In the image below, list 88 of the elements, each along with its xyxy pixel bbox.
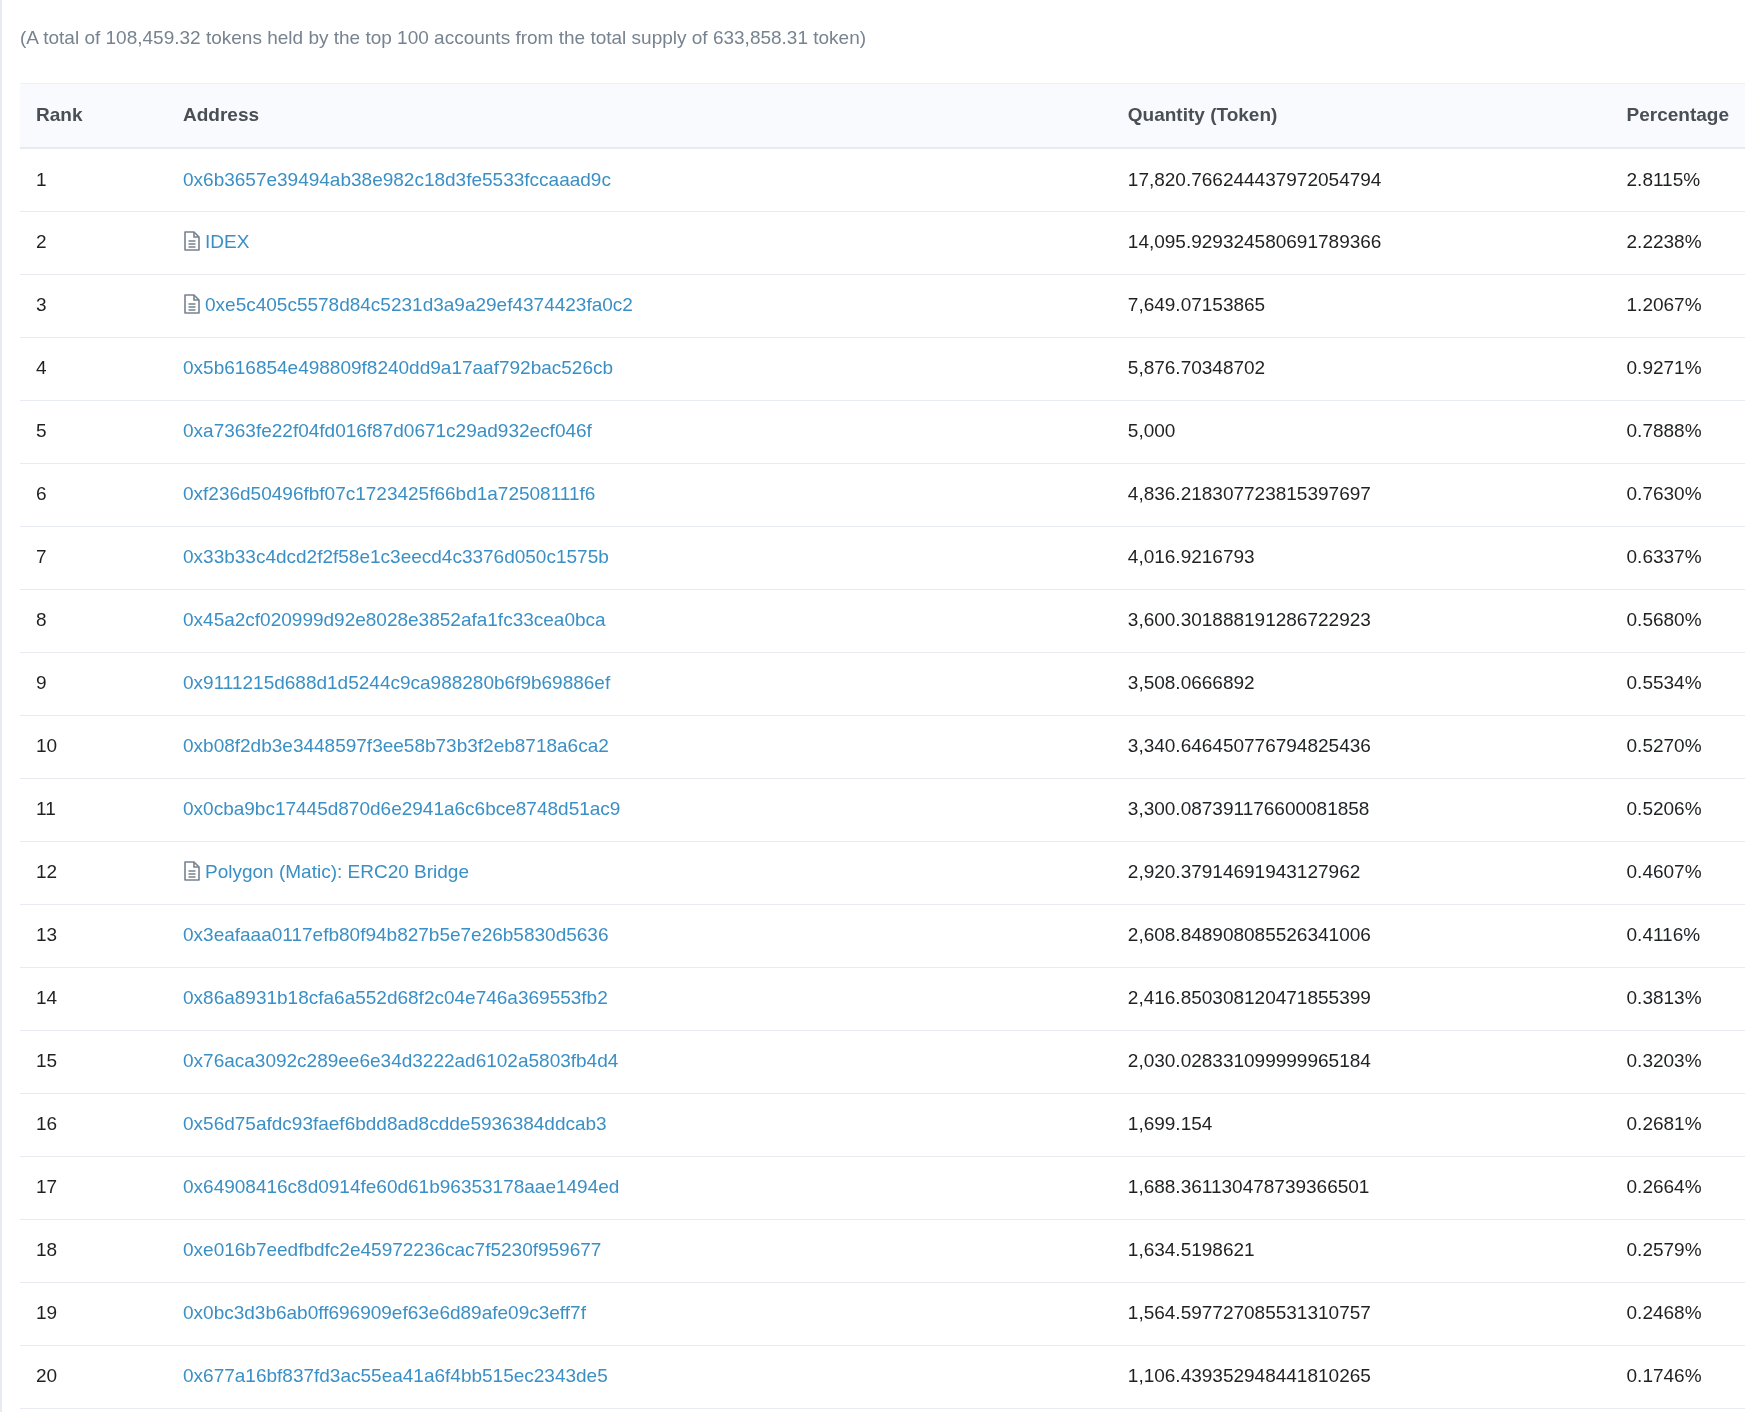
quantity-cell: 17,820.766244437972054794	[1111, 148, 1611, 211]
quantity-cell: 3,508.0666892	[1111, 652, 1611, 715]
percentage-cell: 0.3203%	[1610, 1030, 1745, 1093]
address-link[interactable]: 0x5b616854e498809f8240dd9a17aaf792bac526cb	[183, 357, 614, 379]
quantity-cell: 3,600.301888191286722923	[1111, 589, 1611, 652]
rank-cell: 12	[20, 841, 167, 904]
quantity-cell: 7,649.07153865	[1111, 274, 1611, 337]
quantity-cell: 14,095.929324580691789366	[1111, 211, 1611, 274]
column-header: Quantity (Token)	[1111, 83, 1611, 148]
quantity-cell: 3,340.646450776794825436	[1111, 715, 1611, 778]
address-link[interactable]: 0x0bc3d3b6ab0ff696909ef63e6d89afe09c3eff7f	[183, 1302, 586, 1324]
address-link[interactable]: 0xe016b7eedfbdfc2e45972236cac7f5230f959677	[183, 1239, 602, 1261]
percentage-cell: 0.6337%	[1610, 526, 1745, 589]
contract-link[interactable]: IDEX	[205, 231, 250, 253]
rank-cell: 6	[20, 463, 167, 526]
percentage-cell: 0.9271%	[1610, 337, 1745, 400]
rank-cell: 13	[20, 904, 167, 967]
percentage-cell: 0.5270%	[1610, 715, 1745, 778]
percentage-cell: 0.7630%	[1610, 463, 1745, 526]
rank-cell: 10	[20, 715, 167, 778]
percentage-cell: 0.2579%	[1610, 1219, 1745, 1282]
quantity-cell: 5,876.70348702	[1111, 337, 1611, 400]
rank-cell: 5	[20, 400, 167, 463]
rank-cell: 2	[20, 211, 167, 274]
address-link[interactable]: 0x9111215d688d1d5244c9ca988280b6f9b69886ef	[183, 672, 611, 694]
percentage-cell: 0.2468%	[1610, 1282, 1745, 1345]
rank-cell: 15	[20, 1030, 167, 1093]
percentage-cell: 0.2664%	[1610, 1156, 1745, 1219]
rank-cell: 16	[20, 1093, 167, 1156]
percentage-cell: 0.2681%	[1610, 1093, 1745, 1156]
document-icon	[183, 861, 201, 882]
column-header: Percentage	[1610, 83, 1745, 148]
document-icon	[183, 294, 201, 315]
percentage-cell: 1.2067%	[1610, 274, 1745, 337]
quantity-cell: 2,416.850308120471855399	[1111, 967, 1611, 1030]
address-link[interactable]: 0x677a16bf837fd3ac55ea41a6f4bb515ec2343de5	[183, 1365, 608, 1387]
quantity-cell: 4,016.9216793	[1111, 526, 1611, 589]
quantity-cell: 2,920.37914691943127962	[1111, 841, 1611, 904]
percentage-cell: 0.7888%	[1610, 400, 1745, 463]
quantity-cell: 2,608.848908085526341006	[1111, 904, 1611, 967]
rank-cell: 14	[20, 967, 167, 1030]
rank-cell: 7	[20, 526, 167, 589]
address-link[interactable]: 0x3eafaaa0117efb80f94b827b5e7e26b5830d5636	[183, 924, 609, 946]
percentage-cell: 0.5206%	[1610, 778, 1745, 841]
percentage-cell: 2.8115%	[1610, 148, 1745, 211]
address-link[interactable]: 0xb08f2db3e3448597f3ee58b73b3f2eb8718a6ca2	[183, 735, 609, 757]
quantity-cell: 3,300.087391176600081858	[1111, 778, 1611, 841]
address-link[interactable]: 0x64908416c8d0914fe60d61b96353178aae1494ed	[183, 1176, 620, 1198]
quantity-cell: 1,634.5198621	[1111, 1219, 1611, 1282]
address-link[interactable]: 0x45a2cf020999d92e8028e3852afa1fc33cea0bca	[183, 609, 606, 631]
quantity-cell: 5,000	[1111, 400, 1611, 463]
rank-cell: 17	[20, 1156, 167, 1219]
percentage-cell: 2.2238%	[1610, 211, 1745, 274]
percentage-cell: 0.1746%	[1610, 1345, 1745, 1408]
address-link[interactable]: 0x56d75afdc93faef6bdd8ad8cdde5936384ddcab3	[183, 1113, 607, 1135]
quantity-cell: 2,030.028331099999965184	[1111, 1030, 1611, 1093]
quantity-cell: 4,836.218307723815397697	[1111, 463, 1611, 526]
quantity-cell: 1,699.154	[1111, 1093, 1611, 1156]
rank-cell: 3	[20, 274, 167, 337]
quantity-cell: 1,688.361130478739366501	[1111, 1156, 1611, 1219]
percentage-cell: 0.4607%	[1610, 841, 1745, 904]
address-link[interactable]: 0xa7363fe22f04fd016f87d0671c29ad932ecf046f	[183, 420, 592, 442]
document-icon	[183, 231, 201, 252]
percentage-cell: 0.5534%	[1610, 652, 1745, 715]
rank-cell: 9	[20, 652, 167, 715]
address-link[interactable]: 0x33b33c4dcd2f2f58e1c3eecd4c3376d050c1575b	[183, 546, 609, 568]
quantity-cell: 1,564.597727085531310757	[1111, 1282, 1611, 1345]
contract-link[interactable]: Polygon (Matic): ERC20 Bridge	[205, 861, 469, 883]
address-link[interactable]: 0x76aca3092c289ee6e34d3222ad6102a5803fb4d4	[183, 1050, 619, 1072]
rank-cell: 20	[20, 1345, 167, 1408]
address-link[interactable]: 0x0cba9bc17445d870d6e2941a6c6bce8748d51ac9	[183, 798, 621, 820]
rank-cell: 19	[20, 1282, 167, 1345]
rank-cell: 4	[20, 337, 167, 400]
address-link[interactable]: 0xf236d50496fbf07c1723425f66bd1a72508111f6	[183, 483, 596, 505]
column-header: Rank	[20, 83, 167, 148]
rank-cell: 11	[20, 778, 167, 841]
percentage-cell: 0.3813%	[1610, 967, 1745, 1030]
quantity-cell: 1,106.439352948441810265	[1111, 1345, 1611, 1408]
contract-link[interactable]: 0xe5c405c5578d84c5231d3a9a29ef4374423fa0c2	[205, 294, 633, 316]
rank-cell: 1	[20, 148, 167, 211]
percentage-cell: 0.4116%	[1610, 904, 1745, 967]
holders-summary: (A total of 108,459.32 tokens held by the top 100 accounts from the total supply of 633,858.31 token)	[19, 26, 868, 50]
rank-cell: 18	[20, 1219, 167, 1282]
address-link[interactable]: 0x6b3657e39494ab38e982c18d3fe5533fccaaad9c	[183, 168, 611, 190]
percentage-cell: 0.5680%	[1610, 589, 1745, 652]
column-header: Address	[167, 83, 1112, 148]
rank-cell: 8	[20, 589, 167, 652]
address-link[interactable]: 0x86a8931b18cfa6a552d68f2c04e746a369553fb2	[183, 987, 608, 1009]
